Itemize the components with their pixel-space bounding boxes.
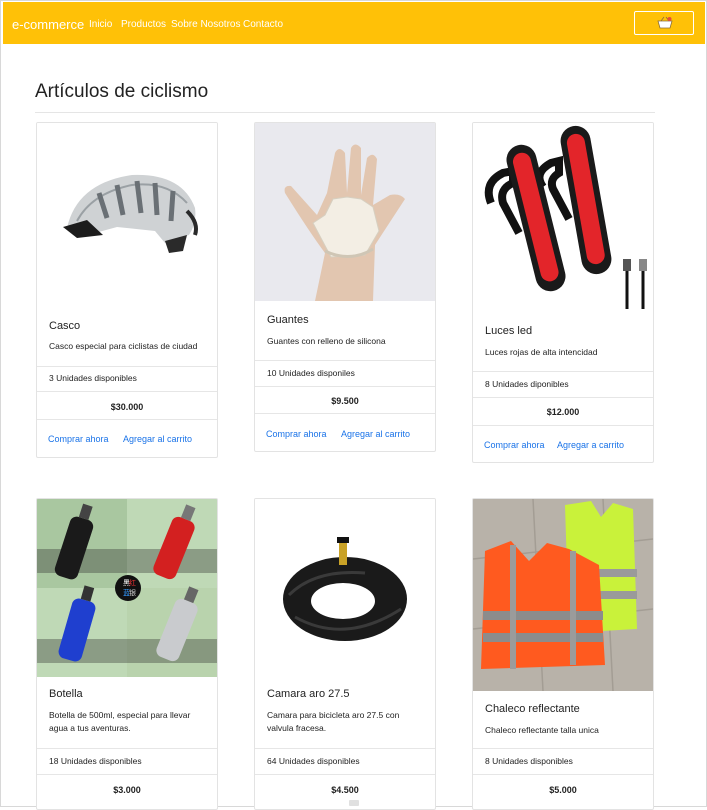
product-image-bottles: 黑 红 蓝 银: [37, 499, 217, 677]
product-card-casco: Casco Casco especial para ciclistas de c…: [36, 122, 218, 458]
product-card-chaleco: Chaleco reflectante Chaleco reflectante …: [472, 498, 654, 810]
product-image-helmet: [37, 123, 217, 301]
product-price: $12.000: [546, 407, 580, 417]
nav-link-sobre-nosotros[interactable]: Sobre Nosotros: [171, 19, 240, 30]
product-stock: 8 Unidades diponibles: [485, 379, 569, 389]
divider: [37, 366, 217, 367]
product-name: Botella: [49, 688, 83, 700]
product-image-inner-tube: [255, 499, 435, 677]
divider: [255, 360, 435, 361]
svg-text:红: 红: [129, 578, 136, 587]
product-description: Camara para bicicleta aro 27.5 con valvu…: [267, 710, 400, 733]
divider: [255, 748, 435, 749]
brand-logo[interactable]: e-commerce: [12, 17, 84, 32]
product-stock: 18 Unidades disponibles: [49, 756, 142, 766]
product-description: Botella de 500ml, especial para llevar a…: [49, 710, 191, 733]
nav-link-productos[interactable]: Productos: [121, 19, 166, 30]
product-card-luces-led: Luces led Luces rojas de alta intencidad…: [472, 122, 654, 463]
product-description: Chaleco reflectante talla unica: [485, 725, 599, 735]
product-price: $30.000: [110, 402, 144, 412]
divider: [37, 774, 217, 775]
buy-now-link[interactable]: Comprar ahora: [484, 440, 545, 450]
divider: [473, 774, 653, 775]
cart-button[interactable]: [634, 11, 694, 35]
divider: [255, 386, 435, 387]
product-name: Chaleco reflectante: [485, 703, 580, 715]
product-price: $4.500: [331, 785, 359, 795]
divider: [473, 748, 653, 749]
navbar: e-commerce Inicio Productos Sobre Nosotr…: [3, 2, 705, 44]
product-card-camara: Camara aro 27.5 Camara para bicicleta ar…: [254, 498, 436, 810]
product-stock: 3 Unidades disponibles: [49, 373, 137, 383]
nav-link-contacto[interactable]: Contacto: [243, 19, 283, 30]
product-price: $3.000: [113, 785, 141, 795]
shopping-basket-icon: [657, 16, 673, 29]
product-price: $5.000: [549, 785, 577, 795]
buy-now-link[interactable]: Comprar ahora: [48, 434, 109, 444]
scroll-indicator: [349, 800, 359, 806]
product-description: Luces rojas de alta intencidad: [485, 347, 598, 357]
product-description: Guantes con relleno de silicona: [267, 336, 386, 346]
product-stock: 8 Unidades disponibles: [485, 756, 573, 766]
divider: [473, 397, 653, 398]
product-image-led-lights: [473, 123, 653, 313]
nav-link-inicio[interactable]: Inicio: [89, 19, 112, 30]
product-image-vests: [473, 499, 653, 692]
divider: [37, 419, 217, 420]
divider: [473, 371, 653, 372]
divider: [473, 425, 653, 426]
divider: [255, 413, 435, 414]
add-to-cart-link[interactable]: Agregar a carrito: [557, 440, 624, 450]
product-name: Luces led: [485, 325, 533, 337]
product-stock: 10 Unidades disponiles: [267, 368, 355, 378]
product-image-gloves: [255, 123, 435, 301]
buy-now-link[interactable]: Comprar ahora: [266, 429, 327, 439]
title-divider: [35, 112, 655, 113]
divider: [37, 391, 217, 392]
divider: [37, 748, 217, 749]
product-card-botella: 黑 红 蓝 银 Botella Botella de 500ml, especi…: [36, 498, 218, 810]
svg-text:银: 银: [129, 588, 136, 597]
product-name: Guantes: [267, 314, 309, 326]
page-title: Artículos de ciclismo: [35, 81, 209, 102]
product-card-guantes: Guantes Guantes con relleno de silicona …: [254, 122, 436, 452]
add-to-cart-link[interactable]: Agregar al carrito: [341, 429, 410, 439]
add-to-cart-link[interactable]: Agregar al carrito: [123, 434, 192, 444]
divider: [255, 774, 435, 775]
product-price: $9.500: [331, 396, 359, 406]
product-description: Casco especial para ciclistas de ciudad: [49, 341, 198, 351]
product-stock: 64 Unidades disponibles: [267, 756, 360, 766]
product-name: Casco: [49, 320, 81, 332]
product-name: Camara aro 27.5: [267, 688, 350, 700]
